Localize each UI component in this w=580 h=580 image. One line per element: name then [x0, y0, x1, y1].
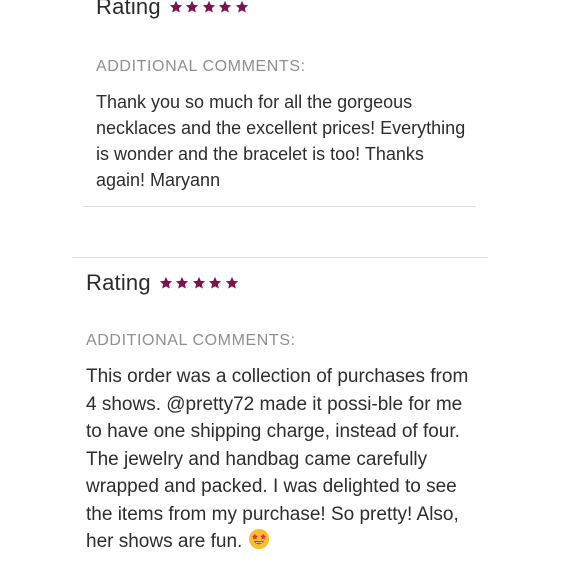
- review-card: Rating ADDITIONAL COMMENTS: This order w…: [86, 270, 486, 556]
- rating-row: Rating: [96, 0, 476, 20]
- divider: [72, 257, 488, 258]
- star-icon: [225, 276, 239, 290]
- star-icon: [185, 0, 199, 14]
- star-icon: [202, 0, 216, 14]
- star-icon: [208, 276, 222, 290]
- rating-label: Rating: [96, 0, 161, 19]
- review-comment: This order was a collection of purchases…: [86, 363, 476, 556]
- star-icon: [159, 276, 173, 290]
- review-comment: Thank you so much for all the gorgeous n…: [96, 92, 466, 190]
- review-card: Rating ADDITIONAL COMMENTS: Thank you so…: [96, 0, 476, 193]
- rating-label: Rating: [86, 270, 151, 295]
- star-icon: [235, 0, 249, 14]
- review-comment-text: This order was a collection of purchases…: [86, 366, 469, 552]
- star-struck-emoji-icon: [248, 528, 270, 550]
- star-rating: [159, 276, 242, 290]
- star-icon: [175, 276, 189, 290]
- rating-row: Rating: [86, 270, 486, 296]
- reviews-page: Rating ADDITIONAL COMMENTS: Thank you so…: [0, 0, 580, 580]
- star-icon: [192, 276, 206, 290]
- star-icon: [218, 0, 232, 14]
- star-rating: [169, 0, 252, 14]
- additional-comments-label: ADDITIONAL COMMENTS:: [96, 58, 306, 75]
- additional-comments-label: ADDITIONAL COMMENTS:: [86, 332, 296, 349]
- divider: [83, 206, 476, 207]
- star-icon: [169, 0, 183, 14]
